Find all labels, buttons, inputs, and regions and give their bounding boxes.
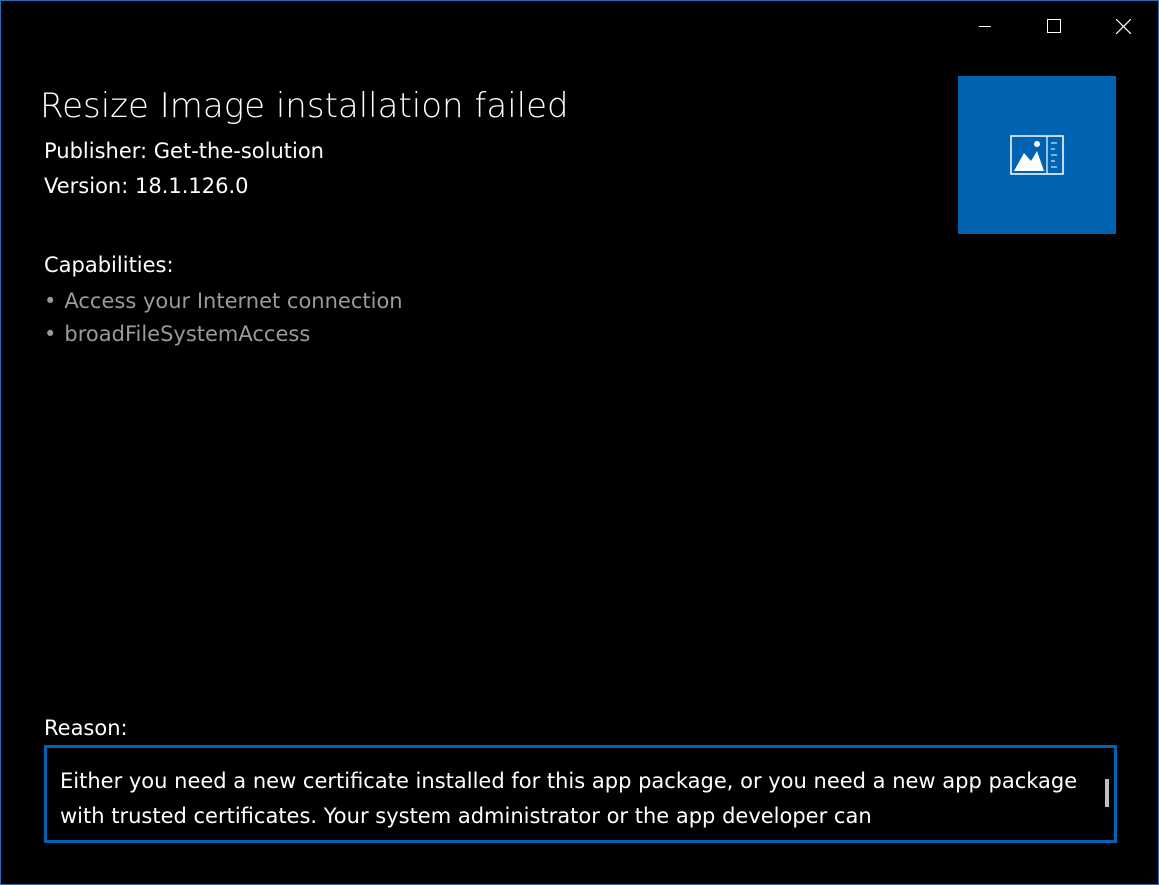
reason-heading: Reason: [44,716,128,740]
list-item: • Access your Internet connection [44,285,403,318]
maximize-button[interactable] [1020,1,1088,51]
publisher-label: Publisher: Get-the-solution [44,139,324,163]
bullet: • [44,322,57,346]
resize-image-icon [1010,135,1064,175]
page-title: Resize Image installation failed [40,86,569,126]
list-item: • broadFileSystemAccess [44,318,403,351]
capability-label: broadFileSystemAccess [64,322,311,346]
bullet: • [44,289,57,313]
close-button[interactable] [1089,1,1157,51]
reason-textbox[interactable]: Either you need a new certificate instal… [44,745,1117,843]
minimize-button[interactable] [951,1,1019,51]
reason-scrollbar[interactable] [1105,779,1109,807]
app-logo-tile [958,76,1116,234]
capabilities-heading: Capabilities: [44,253,174,277]
installer-window: Resize Image installation failed Publish… [0,0,1159,885]
capability-label: Access your Internet connection [64,289,403,313]
capabilities-list: • Access your Internet connection • broadF… [44,285,403,351]
version-label: Version: 18.1.126.0 [44,174,249,198]
minimize-icon [979,26,991,27]
close-icon [1115,18,1131,34]
maximize-icon [1047,19,1061,33]
reason-text: Either you need a new certificate instal… [60,769,1078,828]
